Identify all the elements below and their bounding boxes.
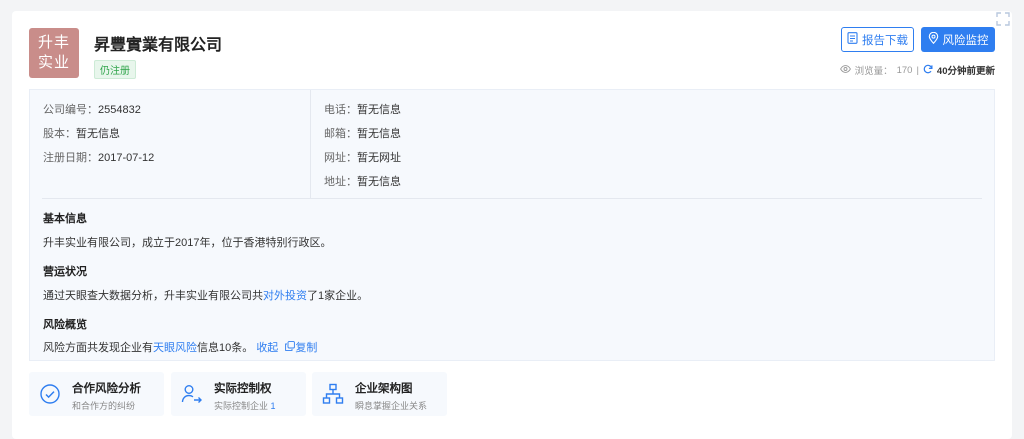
company-name: 昇豐實業有限公司 — [94, 37, 223, 54]
company-logo: 升丰 实业 — [29, 28, 79, 78]
basic-info-title: 基本信息 — [43, 213, 87, 225]
report-download-label: 报告下载 — [862, 34, 908, 47]
info-label: 注册日期： — [43, 152, 98, 164]
info-value: 暂无信息 — [357, 104, 401, 116]
basic-info-text: 升丰实业有限公司，成立于2017年，位于香港特别行政区。 — [43, 237, 332, 249]
operation-status-text: 通过天眼查大数据分析，升丰实业有限公司共对外投资了1家企业。 — [43, 287, 368, 303]
info-value: 暂无网址 — [357, 152, 401, 164]
feature-subtitle: 和合作方的纠纷 — [72, 399, 135, 412]
outbound-investment-link[interactable]: 对外投资 — [263, 290, 307, 302]
info-label: 地址： — [324, 176, 357, 188]
operation-text-before: 通过天眼查大数据分析，升丰实业有限公司共 — [43, 290, 263, 302]
feature-title: 企业架构图 — [355, 383, 413, 395]
location-pin-icon — [928, 31, 939, 47]
risk-text-after: 信息10条。 — [197, 342, 254, 354]
feature-sub-text: 和合作方的纠纷 — [72, 401, 136, 411]
risk-overview-text: 风险方面共发现企业有天眼风险信息10条。 收起 复制 — [43, 339, 317, 355]
status-badge: 仍注册 — [94, 60, 136, 79]
risk-monitor-button[interactable]: 风险监控 — [921, 27, 995, 52]
org-structure-card[interactable]: 企业架构图 瞬息掌握企业关系 — [312, 372, 447, 416]
copy-icon — [285, 341, 296, 354]
logo-line-1: 升丰 — [37, 34, 70, 51]
page-meta: 浏览量： 170 | 40分钟前更新 — [839, 63, 995, 77]
company-info-panel: 公司编号：2554832 股本：暂无信息 注册日期：2017-07-12 电话：… — [29, 89, 995, 361]
info-label: 股本： — [43, 128, 76, 140]
risk-monitor-label: 风险监控 — [942, 34, 989, 47]
feature-subtitle: 实际控制企业 1 — [214, 399, 276, 412]
risk-overview-title: 风险概览 — [43, 319, 87, 331]
meta-separator: | — [916, 64, 919, 76]
info-value: 暂无信息 — [357, 176, 401, 188]
copy-button[interactable]: 复制 — [285, 341, 318, 354]
copy-label: 复制 — [295, 342, 318, 354]
logo-line-2: 实业 — [37, 54, 70, 71]
corner-scan-icon[interactable] — [996, 12, 1010, 26]
eye-icon — [839, 64, 851, 76]
info-label: 网址： — [324, 152, 357, 164]
cooperation-risk-card[interactable]: 合作风险分析 和合作方的纠纷 — [29, 372, 164, 416]
feature-sub-text: 瞬息掌握企业关系 — [355, 401, 428, 411]
collapse-link[interactable]: 收起 — [256, 342, 278, 354]
company-number-row: 公司编号：2554832 — [43, 101, 141, 117]
info-label: 公司编号： — [43, 104, 98, 116]
risk-text-before: 风险方面共发现企业有 — [43, 342, 153, 354]
phone-row: 电话：暂无信息 — [324, 101, 401, 117]
info-divider — [42, 198, 982, 199]
risk-shield-icon — [39, 383, 61, 405]
info-value: 暂无信息 — [357, 128, 401, 140]
info-label: 电话： — [324, 104, 357, 116]
operation-text-after: 了1家企业。 — [307, 290, 369, 302]
views-label: 浏览量： — [854, 66, 893, 77]
email-row: 邮箱：暂无信息 — [324, 125, 401, 141]
company-header-card: 升丰 实业 昇豐實業有限公司 仍注册 报告下载 风险监控 浏览量： 170 | … — [12, 11, 1012, 439]
registration-date-row: 注册日期：2017-07-12 — [43, 149, 154, 165]
info-value: 暂无信息 — [76, 128, 120, 140]
info-left-column: 公司编号：2554832 股本：暂无信息 注册日期：2017-07-12 — [30, 90, 311, 198]
tianyan-risk-link[interactable]: 天眼风险 — [153, 342, 197, 354]
feature-subtitle: 瞬息掌握企业关系 — [355, 399, 427, 412]
feature-title: 合作风险分析 — [72, 383, 141, 395]
feature-count: 1 — [270, 401, 276, 411]
updated-text: 40分钟前更新 — [936, 66, 995, 77]
person-arrow-icon — [181, 383, 203, 405]
org-chart-icon — [322, 383, 344, 405]
report-download-button[interactable]: 报告下载 — [841, 27, 914, 52]
address-row: 地址：暂无信息 — [324, 173, 401, 189]
feature-sub-text: 实际控制企业 — [214, 401, 271, 411]
refresh-icon[interactable] — [923, 64, 933, 77]
views-count: 170 — [896, 64, 913, 76]
document-icon — [847, 32, 858, 47]
info-value: 2017-07-12 — [98, 152, 155, 164]
info-label: 邮箱： — [324, 128, 357, 140]
feature-title: 实际控制权 — [214, 383, 272, 395]
share-capital-row: 股本：暂无信息 — [43, 125, 120, 141]
website-row: 网址：暂无网址 — [324, 149, 401, 165]
actual-control-card[interactable]: 实际控制权 实际控制企业 1 — [171, 372, 306, 416]
info-value: 2554832 — [98, 104, 141, 116]
operation-status-title: 营运状况 — [43, 266, 87, 278]
